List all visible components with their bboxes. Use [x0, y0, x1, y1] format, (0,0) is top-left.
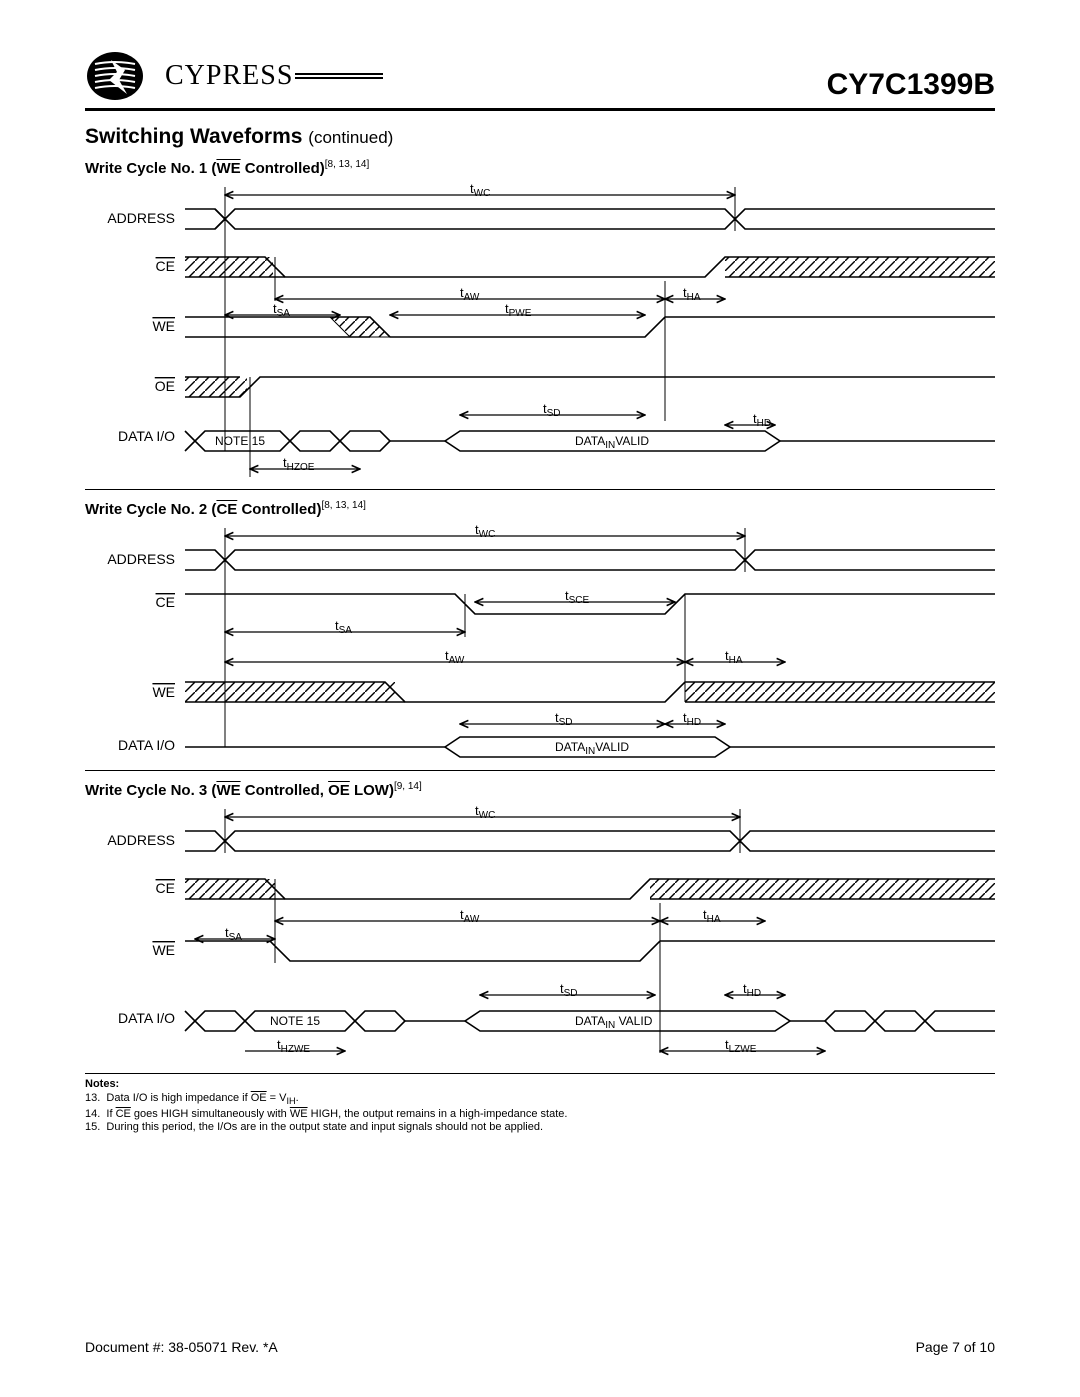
svg-text:ADDRESS: ADDRESS — [107, 832, 175, 848]
svg-text:DATA I/O: DATA I/O — [118, 428, 175, 444]
svg-text:tHD: tHD — [743, 981, 761, 999]
page-number: Page 7 of 10 — [916, 1339, 995, 1355]
doc-number: Document #: 38-05071 Rev. *A — [85, 1339, 278, 1355]
svg-text:tLZWE: tLZWE — [725, 1037, 757, 1055]
svg-text:tWC: tWC — [475, 522, 495, 540]
svg-text:DATA I/O: DATA I/O — [118, 1010, 175, 1026]
header-lines-icon — [295, 73, 383, 79]
svg-text:DATAIN VALID: DATAIN VALID — [575, 1014, 653, 1031]
svg-text:tSD: tSD — [560, 981, 578, 999]
svg-text:NOTE 15: NOTE 15 — [270, 1014, 320, 1028]
svg-text:tHA: tHA — [683, 285, 701, 303]
svg-text:OE: OE — [155, 378, 175, 394]
svg-text:WE: WE — [152, 942, 175, 958]
svg-text:WE: WE — [152, 684, 175, 700]
cypress-logo-icon — [85, 50, 157, 102]
brand-text: CYPRESS — [165, 60, 383, 92]
svg-text:tHA: tHA — [703, 907, 721, 925]
separator — [85, 770, 995, 771]
diagram3: ADDRESS CE WE DATA I/O NOTE 15 DATAIN VA… — [85, 803, 995, 1063]
svg-text:tAW: tAW — [460, 285, 480, 303]
note-13: 13. Data I/O is high impedance if OE = V… — [85, 1092, 995, 1108]
svg-text:tSA: tSA — [335, 618, 352, 636]
svg-text:tHZOE: tHZOE — [283, 455, 315, 473]
svg-text:tSCE: tSCE — [565, 588, 590, 606]
diagram2: ADDRESS CE WE DATA I/O DATAINVALID tWC t… — [85, 522, 995, 762]
svg-text:DATA I/O: DATA I/O — [118, 737, 175, 753]
svg-text:DATAINVALID: DATAINVALID — [555, 740, 629, 757]
svg-text:tHD: tHD — [683, 710, 701, 728]
svg-text:tSD: tSD — [555, 710, 573, 728]
separator — [85, 489, 995, 490]
section-title: Switching Waveforms (continued) — [85, 125, 995, 149]
svg-text:tHD: tHD — [753, 411, 771, 429]
svg-text:tHA: tHA — [725, 648, 743, 666]
svg-text:tWC: tWC — [470, 181, 490, 199]
note-15: 15. During this period, the I/Os are in … — [85, 1121, 995, 1135]
logo-block: CYPRESS — [85, 50, 383, 102]
svg-text:CE: CE — [156, 594, 175, 610]
page-header: CYPRESS CY7C1399B — [85, 50, 995, 111]
svg-text:tAW: tAW — [445, 648, 465, 666]
svg-text:tAW: tAW — [460, 907, 480, 925]
part-number: CY7C1399B — [827, 68, 995, 102]
diagram3-title: Write Cycle No. 3 (WE Controlled, OE LOW… — [85, 781, 995, 799]
svg-text:NOTE 15: NOTE 15 — [215, 434, 265, 448]
notes: Notes: 13. Data I/O is high impedance if… — [85, 1073, 995, 1135]
note-14: 14. If CE goes HIGH simultaneously with … — [85, 1108, 995, 1122]
diagram1-title: Write Cycle No. 1 (WE Controlled)[8, 13,… — [85, 159, 995, 177]
svg-text:WE: WE — [152, 318, 175, 334]
page-footer: Document #: 38-05071 Rev. *A Page 7 of 1… — [85, 1339, 995, 1355]
svg-text:CE: CE — [156, 880, 175, 896]
diagram2-title: Write Cycle No. 2 (CE Controlled)[8, 13,… — [85, 500, 995, 518]
svg-text:tSD: tSD — [543, 401, 561, 419]
svg-text:tWC: tWC — [475, 803, 495, 821]
svg-text:DATAINVALID: DATAINVALID — [575, 434, 649, 451]
svg-text:ADDRESS: ADDRESS — [107, 551, 175, 567]
diagram1: ADDRESS CE WE OE DATA I/O NOTE 15 DA — [85, 181, 995, 481]
svg-text:tHZWE: tHZWE — [277, 1037, 310, 1055]
svg-text:ADDRESS: ADDRESS — [107, 210, 175, 226]
svg-text:tPWE: tPWE — [505, 301, 532, 319]
svg-text:CE: CE — [156, 258, 175, 274]
